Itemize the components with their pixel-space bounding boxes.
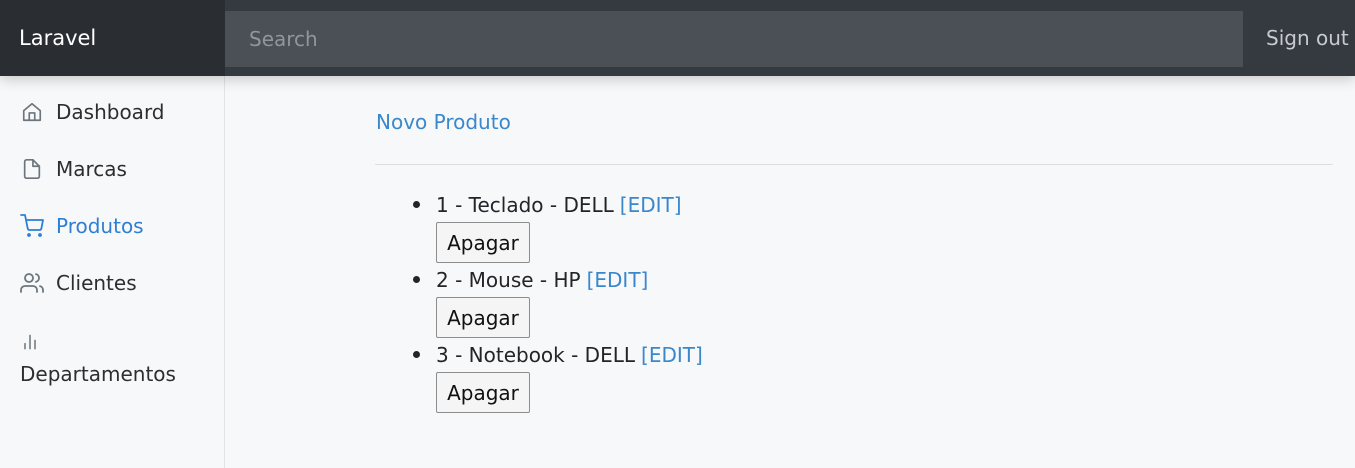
sidebar-item-departamentos[interactable]: Departamentos [20,332,176,386]
new-product-link[interactable]: Novo Produto [376,110,511,134]
bullet [413,276,420,283]
list-item: 3 - Notebook - DELL [EDIT] Apagar [412,338,703,413]
sidebar-item-label: Dashboard [56,100,165,124]
list-item: 1 - Teclado - DELL [EDIT] Apagar [412,188,703,263]
delete-button[interactable]: Apagar [436,222,530,263]
cart-icon [20,214,44,238]
sidebar-item-label: Departamentos [20,362,176,386]
bar-chart-icon [20,332,44,356]
list-item: 2 - Mouse - HP [EDIT] Apagar [412,263,703,338]
sidebar-item-dashboard[interactable]: Dashboard [20,100,165,124]
top-navbar: Laravel Sign out [0,0,1355,76]
sidebar-item-label: Produtos [56,214,144,238]
edit-link[interactable]: [EDIT] [587,268,649,292]
sign-out-link[interactable]: Sign out [1266,0,1349,76]
edit-link[interactable]: [EDIT] [620,193,682,217]
sidebar-item-produtos[interactable]: Produtos [20,214,144,238]
brand-logo[interactable]: Laravel [0,0,225,76]
bullet [413,201,420,208]
product-list: 1 - Teclado - DELL [EDIT] Apagar 2 - Mous… [412,188,703,413]
sidebar-item-label: Marcas [56,157,127,181]
product-text: 1 - Teclado - DELL [436,193,614,217]
home-icon [20,100,44,124]
delete-button[interactable]: Apagar [436,297,530,338]
sidebar-item-label: Clientes [56,271,137,295]
product-text: 2 - Mouse - HP [436,268,581,292]
bullet [413,351,420,358]
sidebar-item-marcas[interactable]: Marcas [20,157,127,181]
edit-link[interactable]: [EDIT] [641,343,703,367]
product-text: 3 - Notebook - DELL [436,343,636,367]
users-icon [20,271,44,295]
sidebar-item-clientes[interactable]: Clientes [20,271,137,295]
sidebar: Dashboard Marcas Produtos Clientes Depar… [0,76,225,468]
file-icon [20,157,44,181]
divider [375,164,1333,165]
delete-button[interactable]: Apagar [436,372,530,413]
main-content: Novo Produto 1 - Teclado - DELL [EDIT] Ap… [225,76,1355,468]
search-input[interactable] [225,11,1243,67]
